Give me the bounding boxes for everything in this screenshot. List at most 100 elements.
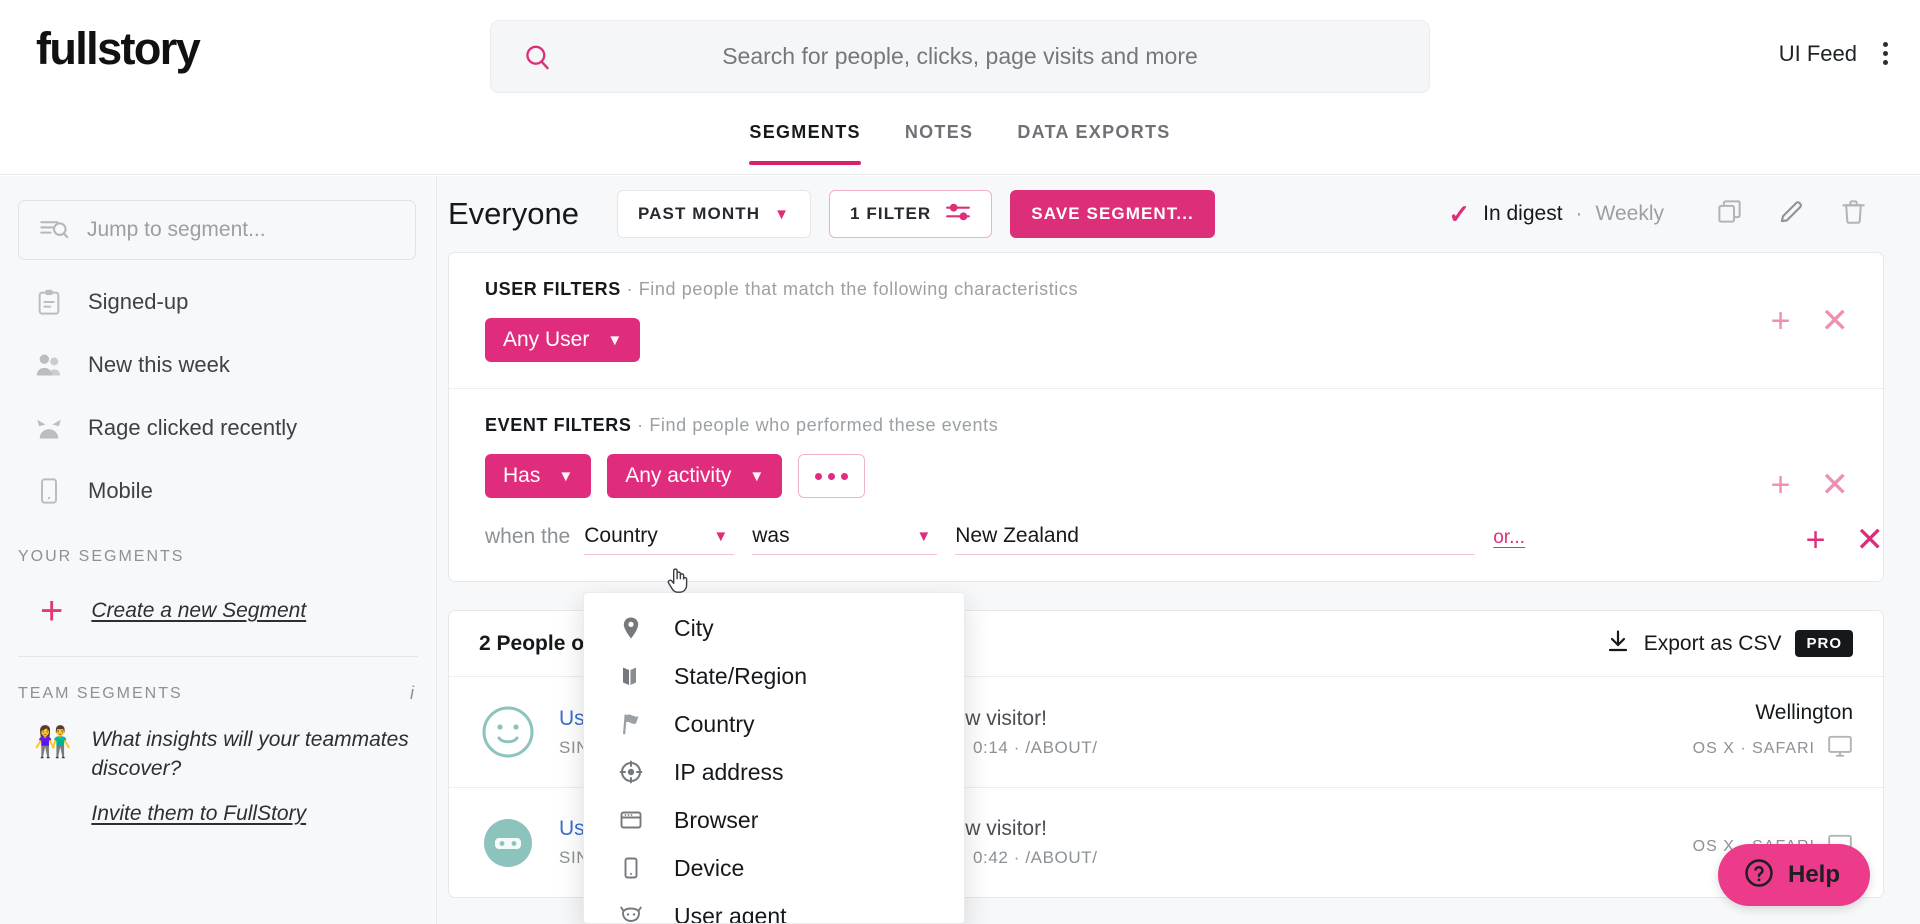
- tab-segments[interactable]: SEGMENTS: [727, 113, 882, 165]
- team-segments-heading: TEAM SEGMENTS i: [0, 683, 436, 704]
- event-filters-description: Find people who performed these events: [649, 415, 999, 435]
- event-filters-separator: ·: [637, 415, 644, 435]
- more-options-button[interactable]: [798, 454, 866, 498]
- map-pin-icon: [618, 615, 644, 641]
- sidebar-item-mobile[interactable]: Mobile: [0, 459, 436, 522]
- segment-actions: ✓ In digest · Weekly: [1448, 189, 1884, 239]
- sidebar-item-new-this-week[interactable]: New this week: [0, 333, 436, 396]
- condition-field-select[interactable]: Country ▼: [584, 524, 735, 555]
- check-icon: ✓: [1448, 198, 1471, 229]
- user-filters-row: USER FILTERS · Find people that match th…: [449, 253, 1883, 388]
- dropdown-item-state-region[interactable]: State/Region: [584, 652, 964, 700]
- monitor-icon: [1827, 734, 1853, 763]
- sidebar-item-rage-clicked-recently[interactable]: Rage clicked recently: [0, 396, 436, 459]
- pencil-icon: [1778, 198, 1805, 230]
- dropdown-item-label: User agent: [674, 902, 787, 924]
- info-icon[interactable]: i: [410, 683, 416, 704]
- dot-icon: [828, 472, 836, 480]
- dropdown-item-user-agent[interactable]: User agent: [584, 892, 964, 924]
- condition-operator-select[interactable]: was ▼: [752, 524, 938, 555]
- has-label: Has: [503, 464, 541, 487]
- sidebar-item-signed-up[interactable]: Signed-up: [0, 270, 436, 333]
- digest-status[interactable]: ✓ In digest · Weekly: [1448, 199, 1664, 230]
- dot-icon: [841, 472, 849, 480]
- dropdown-item-country[interactable]: Country: [584, 700, 964, 748]
- dropdown-item-device[interactable]: Device: [584, 844, 964, 892]
- date-range-button[interactable]: PAST MONTH ▼: [616, 190, 812, 238]
- edit-button[interactable]: [1760, 189, 1822, 239]
- browser-window-icon: [618, 807, 644, 833]
- condition-or-link[interactable]: or...: [1493, 527, 1525, 555]
- event-filters-title: EVENT FILTERS: [485, 415, 632, 435]
- angry-face-icon: [34, 413, 64, 443]
- create-new-segment-button[interactable]: + Create a new Segment: [0, 586, 436, 636]
- delete-button[interactable]: [1822, 189, 1884, 239]
- duplicate-button[interactable]: [1698, 189, 1760, 239]
- account-name[interactable]: UI Feed: [1779, 41, 1857, 67]
- mobile-device-icon: [618, 855, 644, 881]
- avatar: [479, 814, 537, 872]
- save-segment-label: SAVE SEGMENT...: [1031, 204, 1194, 223]
- add-user-filter-button[interactable]: +: [1771, 304, 1791, 338]
- help-button[interactable]: Help: [1717, 844, 1870, 906]
- dropdown-item-label: City: [674, 614, 714, 641]
- your-segments-label: YOUR SEGMENTS: [18, 548, 185, 565]
- dropdown-item-city[interactable]: City: [584, 604, 964, 652]
- team-segments-label: TEAM SEGMENTS: [18, 684, 183, 702]
- any-user-chip[interactable]: Any User ▼: [485, 318, 641, 362]
- digest-separator: ·: [1575, 202, 1583, 225]
- tab-data-exports[interactable]: DATA EXPORTS: [995, 113, 1192, 165]
- page-title: Everyone: [448, 196, 579, 231]
- result-status-line: Online · New visitor!: [859, 707, 1693, 731]
- has-chip[interactable]: Has ▼: [485, 454, 592, 498]
- tab-notes[interactable]: NOTES: [883, 113, 996, 165]
- jump-to-segment-input[interactable]: [87, 218, 395, 242]
- result-platform: OS X · SAFARI: [1693, 734, 1853, 763]
- add-condition-button[interactable]: +: [1806, 523, 1826, 557]
- chevron-down-icon: ▼: [749, 467, 765, 485]
- plus-icon: +: [40, 589, 64, 633]
- save-segment-button[interactable]: SAVE SEGMENT...: [1010, 190, 1215, 238]
- condition-row-actions: + ✕: [1806, 523, 1884, 557]
- any-activity-chip[interactable]: Any activity ▼: [607, 454, 783, 498]
- result-activity: Online · New visitor! 18 EVENTS · 0:42 ·…: [859, 817, 1693, 868]
- event-filters-row: EVENT FILTERS · Find people who performe…: [449, 388, 1884, 581]
- chevron-down-icon: ▼: [774, 205, 791, 223]
- filter-count-button[interactable]: 1 FILTER: [829, 190, 993, 238]
- result-meta: 19 EVENTS · 0:14 · /ABOUT/: [859, 737, 1098, 757]
- download-icon: [1606, 629, 1630, 659]
- result-os-label: OS X · SAFARI: [1692, 739, 1815, 757]
- user-filters-heading: USER FILTERS · Find people that match th…: [485, 279, 1883, 300]
- invite-teammates-link[interactable]: Invite them to FullStory: [91, 802, 306, 826]
- robot-icon: [618, 903, 644, 923]
- result-city: Wellington: [1755, 701, 1853, 724]
- remove-user-filter-button[interactable]: ✕: [1821, 304, 1850, 338]
- sidebar-item-label: New this week: [88, 351, 230, 377]
- top-bar: fullstory UI Feed: [0, 0, 1920, 113]
- global-search[interactable]: [490, 20, 1430, 93]
- add-event-filter-button[interactable]: +: [1771, 468, 1791, 502]
- result-location: Wellington OS X · SAFARI: [1693, 701, 1853, 763]
- condition-value-input[interactable]: New Zealand: [955, 524, 1476, 555]
- your-segments-heading: YOUR SEGMENTS: [0, 548, 436, 566]
- remove-condition-button[interactable]: ✕: [1856, 523, 1885, 557]
- dropdown-item-label: Device: [674, 854, 745, 881]
- remove-event-filter-button[interactable]: ✕: [1821, 468, 1850, 502]
- condition-operator-label: was: [752, 524, 790, 547]
- overflow-menu-icon[interactable]: [1879, 38, 1892, 69]
- search-input[interactable]: [551, 43, 1429, 70]
- export-csv-button[interactable]: Export as CSV PRO: [1606, 629, 1853, 659]
- condition-row: when the Country ▼ was ▼ New Zealand or.…: [485, 523, 1884, 557]
- team-prompt-text: What insights will your teammates discov…: [91, 728, 409, 780]
- question-mark-icon: [1744, 858, 1774, 893]
- chevron-down-icon: ▼: [607, 331, 623, 349]
- dropdown-item-browser[interactable]: Browser: [584, 796, 964, 844]
- dropdown-item-label: Country: [674, 710, 755, 737]
- export-csv-label: Export as CSV: [1643, 631, 1782, 655]
- sidebar: Signed-up New this week: [0, 176, 437, 924]
- help-label: Help: [1787, 861, 1840, 888]
- jump-to-segment-box[interactable]: [18, 200, 416, 260]
- couple-emoji-icon: 👫: [34, 726, 72, 759]
- dropdown-item-ip-address[interactable]: IP address: [584, 748, 964, 796]
- sliders-icon: [945, 202, 971, 227]
